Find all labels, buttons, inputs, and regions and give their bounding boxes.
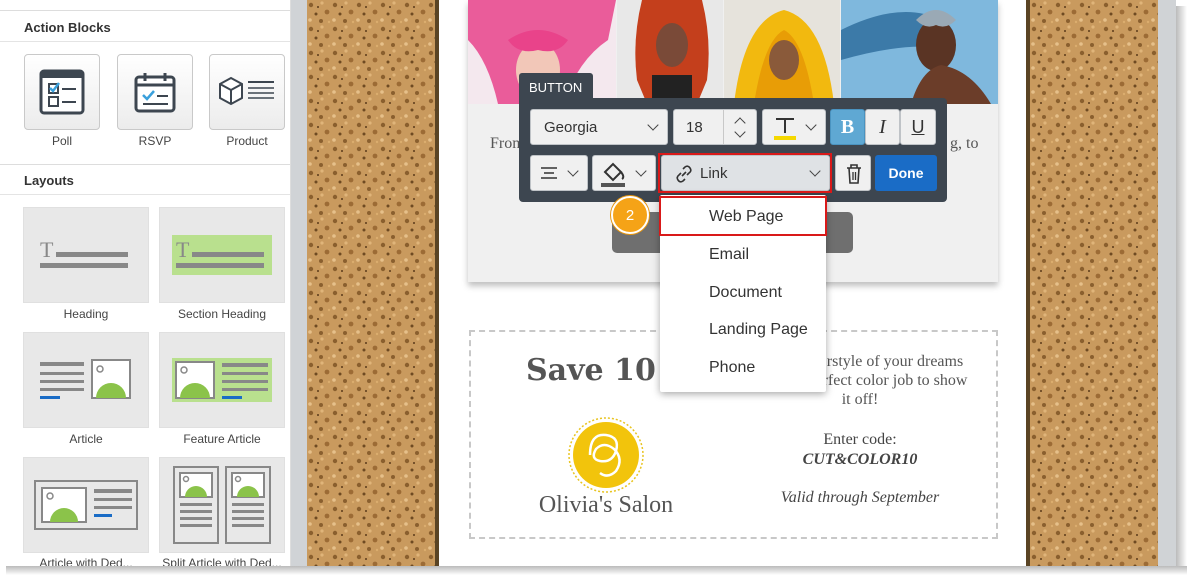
layout-section-heading-label: Section Heading — [177, 307, 267, 321]
product-label: Product — [226, 134, 268, 148]
app-frame: Action Blocks Poll RSVP Product Layouts … — [0, 0, 1176, 566]
layout-article-label: Article — [69, 432, 103, 446]
layout-article-with-divider[interactable] — [23, 457, 149, 553]
action-blocks-title: Action Blocks — [0, 12, 290, 42]
coupon-enter-code-label: Enter code: — [823, 431, 897, 448]
layouts-title: Layouts — [0, 165, 290, 195]
layout-article[interactable] — [23, 332, 149, 428]
bold-button[interactable]: B — [830, 109, 865, 145]
coupon-promo-line: rfect color job to show — [822, 372, 968, 389]
card-text-fragment-right: g, to — [950, 135, 979, 152]
menu-item-document[interactable]: Document — [660, 273, 826, 311]
menu-item-phone[interactable]: Phone — [660, 348, 826, 386]
product-block[interactable] — [209, 54, 285, 130]
rsvp-block[interactable] — [117, 54, 193, 130]
align-center-icon — [541, 167, 557, 179]
layout-feature-article-label: Feature Article — [183, 432, 261, 446]
cork-background-right — [1030, 0, 1158, 566]
step-number-badge: 2 — [611, 196, 649, 234]
hair-photo-red — [617, 0, 723, 104]
split-article-layout-icon — [173, 466, 271, 544]
feature-article-layout-icon — [172, 358, 272, 402]
done-button[interactable]: Done — [875, 155, 937, 191]
layout-article-with-divider-label: Article with Ded... — [39, 556, 133, 566]
article-layout-icon — [40, 359, 131, 399]
rsvp-calendar-icon — [134, 73, 176, 113]
fill-color-picker[interactable] — [592, 155, 656, 191]
rsvp-label: RSVP — [138, 134, 172, 148]
font-family-value: Georgia — [544, 118, 598, 136]
poll-icon — [39, 69, 85, 115]
canvas-gutter — [291, 0, 307, 566]
poll-block[interactable] — [24, 54, 100, 130]
underline-button[interactable]: U — [900, 109, 936, 145]
trash-icon — [847, 164, 861, 184]
web-page-highlight-box — [659, 196, 827, 236]
frame-shadow-bottom — [6, 566, 1187, 575]
menu-item-landing-page[interactable]: Landing Page — [660, 310, 826, 348]
chevron-down-icon[interactable] — [734, 126, 746, 138]
coupon-validity: Valid through September — [780, 489, 940, 506]
delete-button[interactable] — [835, 155, 871, 191]
chevron-down-icon — [635, 165, 647, 177]
section-heading-layout-icon: T — [172, 235, 272, 275]
frame-shadow-right — [1176, 6, 1187, 575]
sidebar: Action Blocks Poll RSVP Product Layouts … — [0, 0, 291, 566]
chevron-down-icon — [805, 119, 817, 131]
coupon-promo-line: rstyle of your dreams — [826, 353, 964, 370]
layout-feature-article[interactable] — [159, 332, 285, 428]
coupon-promo-line: it off! — [841, 391, 879, 408]
salon-name: Olivia's Salon — [538, 492, 674, 518]
chevron-down-icon — [567, 165, 579, 177]
chevron-down-icon — [647, 119, 659, 131]
font-size-stepper[interactable]: 18 — [673, 109, 757, 145]
layout-section-heading[interactable]: T — [159, 207, 285, 303]
product-box-icon — [219, 76, 274, 106]
poll-label: Poll — [51, 134, 72, 148]
paint-bucket-icon — [601, 162, 625, 187]
font-size-value: 18 — [686, 118, 703, 136]
italic-button[interactable]: I — [865, 109, 900, 145]
canvas-gutter-right — [1158, 0, 1176, 566]
card-text-fragment-left: Fron — [490, 135, 521, 152]
email-border-right — [1026, 0, 1030, 566]
font-family-select[interactable]: Georgia — [530, 109, 668, 145]
text-color-icon — [774, 118, 796, 140]
layout-heading[interactable]: T — [23, 207, 149, 303]
coupon-headline: Save 10 — [526, 353, 656, 388]
svg-text:T: T — [176, 237, 190, 262]
text-color-picker[interactable] — [762, 109, 826, 145]
heading-layout-icon: T — [40, 237, 128, 268]
article-divider-layout-icon — [34, 480, 138, 530]
layout-heading-label: Heading — [63, 307, 109, 321]
toolbar-tab-label: BUTTON — [519, 73, 593, 99]
layout-split-article-label: Split Article with Ded... — [162, 556, 282, 566]
align-select[interactable] — [530, 155, 588, 191]
coupon-code: CUT&COLOR10 — [802, 451, 918, 468]
divider — [0, 10, 290, 11]
svg-text:T: T — [40, 237, 54, 262]
cork-background-left — [307, 0, 435, 566]
layout-split-article[interactable] — [159, 457, 285, 553]
menu-item-email[interactable]: Email — [660, 235, 826, 273]
hair-photo-yellow — [724, 0, 840, 104]
link-highlight-box — [658, 153, 832, 193]
hair-photo-blue — [841, 0, 998, 104]
